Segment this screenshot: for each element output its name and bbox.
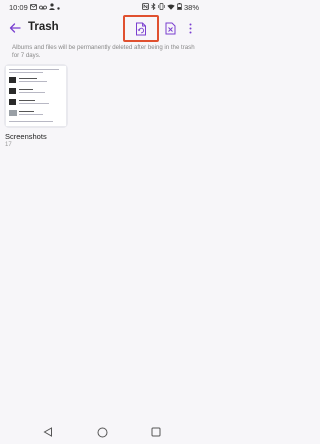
album-thumbnail [4, 64, 68, 128]
more-options-icon [189, 23, 191, 33]
restore-all-button[interactable] [123, 15, 159, 42]
nav-home-button[interactable] [96, 426, 108, 438]
status-time: 10:09 [9, 2, 28, 12]
status-left: 10:09 [9, 3, 60, 12]
nav-recents-button[interactable] [150, 426, 162, 438]
trash-info-text: Albums and files will be permanently del… [12, 44, 195, 59]
status-bar: 10:09 38% [0, 0, 205, 14]
recents-square-icon [151, 427, 161, 437]
app-bar: Trash [0, 14, 205, 42]
album-card-screenshots[interactable]: Screenshots 17 [4, 64, 68, 148]
empty-trash-button[interactable] [163, 20, 177, 36]
nfc-icon [142, 2, 149, 12]
empty-trash-icon [165, 22, 175, 34]
wifi-icon [167, 3, 175, 12]
dot-icon [57, 3, 60, 12]
voicemail-icon [38, 3, 47, 12]
bluetooth-icon [151, 2, 156, 12]
album-name: Screenshots [5, 132, 47, 141]
screen: 10:09 38% Trash Albums and files will be… [0, 0, 205, 444]
status-right: 38% [142, 2, 199, 12]
screenshot-preview [6, 66, 66, 126]
system-nav-bar [0, 420, 205, 444]
nav-back-button[interactable] [42, 426, 54, 438]
back-triangle-icon [43, 427, 52, 437]
message-icon [29, 3, 37, 12]
back-button[interactable] [7, 20, 23, 36]
page-title: Trash [28, 21, 59, 33]
person-icon [49, 2, 55, 12]
vibrate-icon [158, 2, 165, 12]
home-circle-icon [97, 427, 107, 437]
restore-all-icon [136, 22, 146, 35]
battery-icon [177, 2, 182, 12]
battery-level: 38% [183, 2, 199, 12]
back-arrow-icon [9, 23, 21, 33]
more-options-button[interactable] [185, 20, 195, 36]
album-item-count: 17 [5, 142, 12, 148]
